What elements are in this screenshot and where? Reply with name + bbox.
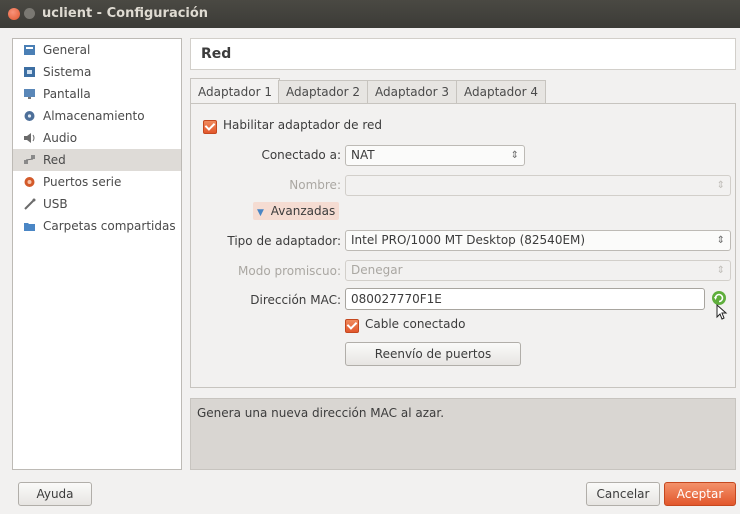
- sidebar-item-label: Carpetas compartidas: [43, 219, 176, 233]
- sidebar-item-storage[interactable]: Almacenamiento: [13, 105, 181, 127]
- sidebar-item-usb[interactable]: USB: [13, 193, 181, 215]
- help-button[interactable]: Ayuda: [18, 482, 92, 506]
- advanced-expander[interactable]: ▼ Avanzadas: [253, 202, 340, 220]
- network-icon: [24, 155, 35, 164]
- port-forwarding-button[interactable]: Reenvío de puertos: [345, 342, 521, 366]
- window-title: uclient - Configuración: [42, 6, 209, 21]
- general-icon: [24, 45, 35, 55]
- description-text: Genera una nueva dirección MAC al azar.: [197, 406, 445, 420]
- sidebar-item-display[interactable]: Pantalla: [13, 83, 181, 105]
- ok-button[interactable]: Aceptar: [664, 482, 736, 506]
- promiscuous-mode-label: Modo promiscuo:: [238, 264, 341, 278]
- attached-to-value: NAT: [351, 148, 375, 162]
- sidebar-item-label: Sistema: [43, 65, 92, 79]
- shared-folders-icon: [24, 223, 35, 231]
- adapter-type-value: Intel PRO/1000 MT Desktop (82540EM): [351, 233, 586, 247]
- tab-adapter-1[interactable]: Adaptador 1: [190, 78, 280, 104]
- system-icon: [24, 67, 35, 77]
- spin-arrows-icon: ⇕: [510, 150, 519, 161]
- sidebar-item-general[interactable]: General: [13, 39, 181, 61]
- adapter-type-label: Tipo de adaptador:: [227, 234, 341, 248]
- sidebar-item-label: Almacenamiento: [43, 109, 145, 123]
- sidebar-item-system[interactable]: Sistema: [13, 61, 181, 83]
- close-window-button[interactable]: [8, 8, 20, 20]
- tab-adapter-4[interactable]: Adaptador 4: [456, 80, 546, 103]
- audio-icon: [24, 133, 35, 143]
- name-select[interactable]: ⇕: [345, 175, 731, 196]
- adapter-panel: Habilitar adaptador de red Conectado a: …: [190, 103, 736, 388]
- display-icon: [24, 89, 35, 99]
- promiscuous-mode-value: Denegar: [351, 263, 403, 277]
- tab-adapter-3[interactable]: Adaptador 3: [367, 80, 457, 103]
- attached-to-select[interactable]: NAT ⇕: [345, 145, 525, 166]
- adapter-type-select[interactable]: Intel PRO/1000 MT Desktop (82540EM) ⇕: [345, 230, 731, 251]
- mac-address-label: Dirección MAC:: [250, 293, 341, 307]
- title-bar: uclient - Configuración: [0, 0, 740, 28]
- section-header: Red: [190, 38, 736, 70]
- sidebar-item-label: Audio: [43, 131, 78, 145]
- sidebar-item-shared-folders[interactable]: Carpetas compartidas: [13, 215, 181, 237]
- sidebar-item-label: Puertos serie: [43, 175, 122, 189]
- sidebar-item-label: Pantalla: [43, 87, 91, 101]
- cancel-button[interactable]: Cancelar: [586, 482, 660, 506]
- description-box: Genera una nueva dirección MAC al azar.: [190, 398, 736, 470]
- mac-address-input[interactable]: 080027770F1E: [345, 288, 705, 310]
- sidebar-item-label: USB: [43, 197, 68, 211]
- spin-arrows-icon: ⇕: [716, 180, 725, 191]
- attached-to-label: Conectado a:: [261, 148, 341, 162]
- tab-adapter-2[interactable]: Adaptador 2: [278, 80, 368, 103]
- sidebar-item-label: General: [43, 43, 91, 57]
- usb-icon: [24, 198, 36, 210]
- sidebar-item-audio[interactable]: Audio: [13, 127, 181, 149]
- cable-connected-label: Cable conectado: [365, 317, 466, 331]
- sidebar-item-serial-ports[interactable]: Puertos serie: [13, 171, 181, 193]
- spin-arrows-icon: ⇕: [716, 265, 725, 276]
- page-title: Red: [201, 46, 232, 62]
- mouse-cursor-icon: [716, 304, 728, 320]
- storage-icon: [24, 111, 35, 121]
- enable-adapter-label: Habilitar adaptador de red: [223, 118, 382, 132]
- enable-adapter-checkbox[interactable]: [203, 120, 217, 134]
- expander-arrow-icon: ▼: [257, 208, 264, 218]
- serial-ports-icon: [24, 177, 35, 187]
- sidebar-item-label: Red: [43, 153, 66, 167]
- promiscuous-mode-select[interactable]: Denegar ⇕: [345, 260, 731, 281]
- advanced-label: Avanzadas: [270, 204, 336, 218]
- minimize-window-button[interactable]: [24, 8, 35, 19]
- settings-sidebar: General Sistema Pantalla Almacenamiento …: [12, 38, 182, 470]
- cable-connected-checkbox[interactable]: [345, 319, 359, 333]
- name-label: Nombre:: [289, 178, 341, 192]
- spin-arrows-icon: ⇕: [716, 235, 725, 246]
- sidebar-item-network[interactable]: Red: [13, 149, 181, 171]
